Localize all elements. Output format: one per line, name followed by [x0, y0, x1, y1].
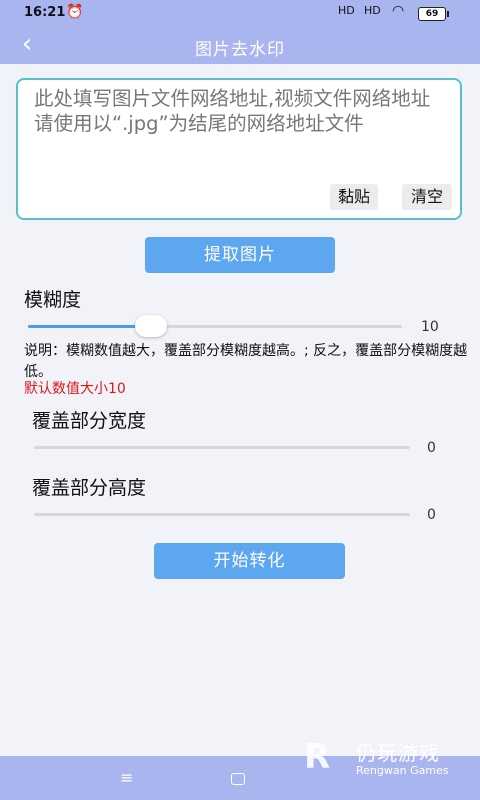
url-input-placeholder: 此处填写图片文件网络地址,视频文件网络地址请使用以“.jpg”为结尾的网络地址文… — [34, 87, 431, 135]
extract-image-button[interactable]: 提取图片 — [145, 237, 335, 273]
url-input[interactable]: 此处填写图片文件网络地址,视频文件网络地址请使用以“.jpg”为结尾的网络地址文… — [16, 78, 462, 220]
cover-height-value: 0 — [427, 507, 436, 523]
start-convert-button[interactable]: 开始转化 — [154, 543, 345, 579]
watermark-logo: R 仍玩游戏 Rengwan Games — [304, 737, 474, 783]
blur-label: 模糊度 — [24, 289, 82, 311]
cover-width-label: 覆盖部分宽度 — [32, 410, 147, 432]
cover-width-slider[interactable] — [34, 446, 410, 449]
status-bar: 16:21 ⏰ HD HD ◠ 69 — [0, 0, 480, 26]
watermark-name: 仍玩游戏 — [356, 741, 440, 765]
cover-width-value: 0 — [427, 440, 436, 456]
wifi-icon: ◠ — [392, 3, 405, 19]
default-note: 默认数值大小10 — [24, 381, 126, 397]
signal-icon: HD — [338, 4, 355, 17]
clear-button[interactable]: 清空 — [402, 184, 452, 210]
app-bar: ‹ 图片去水印 — [0, 26, 480, 64]
watermark-mark-icon: R — [304, 737, 331, 777]
cover-height-label: 覆盖部分高度 — [32, 477, 147, 499]
cover-height-slider[interactable] — [34, 513, 410, 516]
page-title: 图片去水印 — [195, 40, 285, 60]
signal-icon-2: HD — [364, 4, 381, 17]
home-icon[interactable] — [231, 773, 245, 785]
blur-slider-thumb[interactable] — [135, 315, 167, 337]
battery-icon: 69 — [418, 7, 449, 21]
blur-value: 10 — [421, 319, 439, 335]
paste-button[interactable]: 黏贴 — [330, 184, 378, 210]
blur-slider-fill — [28, 325, 151, 328]
alarm-clock-icon: ⏰ — [66, 4, 84, 20]
blur-description: 说明：模糊数值越大，覆盖部分模糊度越高。; 反之，覆盖部分模糊度越低。 — [24, 343, 468, 380]
watermark-sub: Rengwan Games — [356, 764, 449, 777]
menu-icon[interactable]: ≡ — [120, 768, 133, 787]
status-time: 16:21 — [24, 5, 66, 20]
blur-slider[interactable] — [28, 315, 402, 337]
